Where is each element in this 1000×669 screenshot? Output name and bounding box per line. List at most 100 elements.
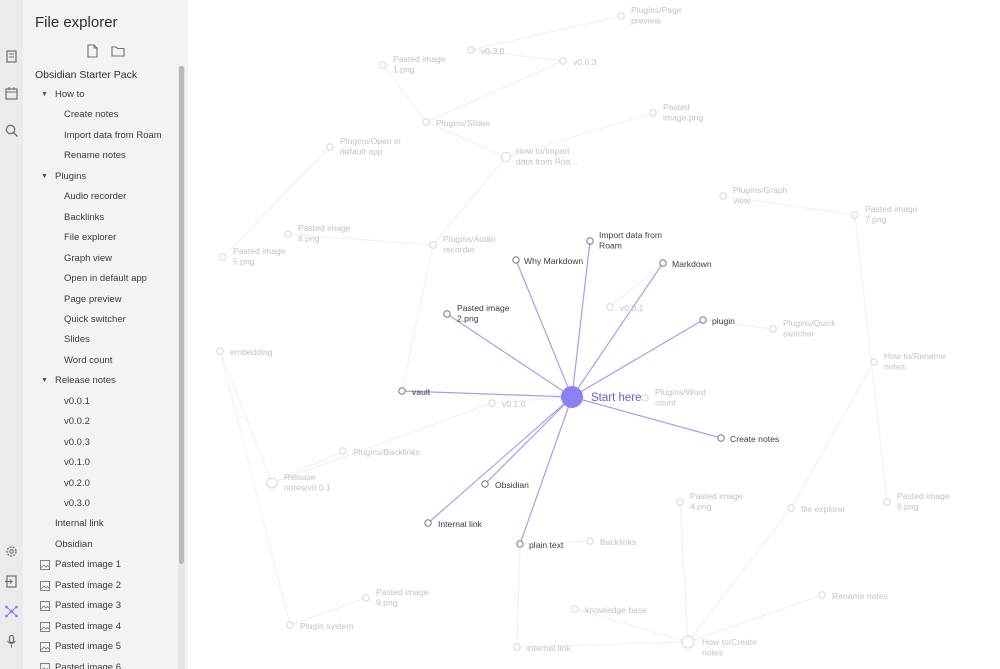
graph-node-label: file explorer — [801, 504, 846, 514]
graph-node[interactable]: Pasted image 4.png — [676, 491, 743, 512]
graph-node[interactable]: v0.0.1 — [606, 303, 644, 313]
graph-link-highlighted — [484, 396, 573, 485]
graph-node-label: Plugins/Quick switcher — [783, 318, 836, 339]
graph-node[interactable]: knowledge base — [571, 605, 648, 615]
graph-node-label: v0.1.0 — [502, 399, 526, 409]
graph-node[interactable]: Pasted image 9.png — [362, 587, 429, 608]
graph-node[interactable]: Create notes — [717, 434, 779, 444]
tree-item-label: Page preview — [64, 293, 122, 305]
graph-node[interactable]: Plugins/Open in default app — [326, 136, 401, 157]
graph-link — [219, 350, 273, 484]
graph-node[interactable]: Markdown — [659, 259, 712, 269]
graph-node[interactable]: Plugins/Quick switcher — [769, 318, 836, 339]
graph-link — [687, 507, 792, 643]
graph-node-label: Plugins/Graph view — [733, 185, 788, 206]
scrollbar-thumb[interactable] — [179, 66, 184, 564]
graph-node-label: Pasted image 9.png — [376, 587, 429, 608]
tree-item-label: Open in default app — [64, 273, 147, 285]
chevron-down-icon[interactable]: ▼ — [41, 86, 48, 104]
graph-node[interactable]: Backlinks — [586, 537, 636, 547]
graph-node[interactable]: Plugins/Graph view — [719, 185, 788, 206]
graph-node[interactable]: plugin — [699, 316, 735, 326]
graph-link — [401, 244, 434, 392]
chevron-down-icon[interactable]: ▼ — [41, 168, 48, 186]
graph-node[interactable]: vault — [398, 387, 431, 397]
graph-icon[interactable] — [4, 604, 19, 619]
graph-link — [432, 156, 507, 246]
tree-item-label: Internal link — [55, 518, 104, 530]
tree-item-label: Slides — [64, 334, 90, 346]
graph-view[interactable]: Start here Why Markdown Import data from Ro… — [188, 0, 1000, 669]
graph-canvas[interactable]: Start here Why Markdown Import data from Ro… — [188, 0, 1000, 669]
explorer-title: File explorer — [35, 14, 118, 31]
tree-item-label: v0.0.3 — [64, 436, 90, 448]
graph-link — [854, 214, 888, 503]
import-icon[interactable] — [4, 574, 19, 589]
graph-node-label: Release notes/v0.0.1 — [284, 472, 331, 493]
graph-node[interactable]: How to/Import data from Roa... — [501, 146, 578, 167]
graph-node-label: v0.3.0 — [481, 46, 505, 56]
calendar-icon[interactable] — [4, 86, 19, 101]
new-folder-icon[interactable] — [111, 44, 125, 58]
image-icon — [40, 560, 50, 571]
graph-node[interactable]: Pasted image 7.png — [851, 204, 918, 225]
graph-node-label: Plugins/Backlinks — [353, 447, 420, 457]
tree-item-label: Plugins — [55, 170, 87, 182]
microphone-icon[interactable] — [4, 634, 19, 649]
graph-node-label: v0.0.1 — [620, 303, 644, 313]
graph-node[interactable]: Plugins/Backlinks — [339, 447, 420, 457]
graph-node[interactable]: Pasted image.png — [649, 102, 704, 123]
image-icon — [40, 621, 50, 632]
graph-node[interactable]: v0.0.3 — [559, 57, 597, 67]
graph-node[interactable]: How to/Rename notes — [870, 351, 946, 372]
graph-link — [687, 594, 823, 643]
graph-node[interactable]: Plugins/Word count — [641, 387, 706, 408]
files-icon[interactable] — [4, 49, 19, 64]
graph-node[interactable]: Release notes/v0.0.1 — [266, 472, 331, 493]
tree-item-label: Rename notes — [64, 150, 126, 162]
graph-node[interactable]: Plugins/Page preview — [617, 5, 682, 26]
tree-item-label: Release notes — [55, 375, 116, 387]
graph-node[interactable]: Internal link — [424, 519, 483, 529]
graph-node[interactable]: v0.1.0 — [488, 399, 526, 409]
graph-link — [470, 15, 622, 51]
graph-node[interactable]: Pasted image 1.png — [379, 54, 446, 75]
image-icon — [40, 662, 50, 669]
graph-link-highlighted — [427, 396, 573, 524]
tree-item-label: v0.3.0 — [64, 498, 90, 509]
graph-node[interactable]: Pasted image 6.png — [883, 491, 950, 512]
graph-link-highlighted — [515, 259, 573, 398]
graph-node-label: v0.0.3 — [573, 57, 597, 67]
graph-node-label: Start here — [591, 392, 642, 404]
vault-name[interactable]: Obsidian Starter Pack — [35, 69, 137, 81]
settings-icon[interactable] — [4, 544, 19, 559]
tree-item-label: Graph view — [64, 252, 113, 264]
graph-node-label: internal link — [527, 643, 571, 653]
chevron-down-icon[interactable]: ▼ — [41, 372, 48, 390]
graph-node-label: Plugins/Open in default app — [340, 136, 401, 157]
graph-node-label: Backlinks — [600, 537, 636, 547]
graph-node[interactable]: Rename notes — [818, 591, 888, 601]
graph-node[interactable]: file explorer — [787, 504, 846, 514]
new-note-icon[interactable] — [85, 44, 99, 58]
image-icon — [40, 601, 50, 612]
graph-node[interactable]: How to/Create notes — [681, 635, 757, 658]
graph-node[interactable]: Obsidian — [481, 480, 529, 490]
graph-node[interactable]: Pasted image 8.png — [284, 223, 351, 244]
graph-node[interactable]: Pasted image 2.png — [443, 303, 510, 324]
graph-node[interactable]: embedding — [216, 347, 273, 357]
graph-node[interactable]: plain text — [516, 540, 564, 550]
graph-node[interactable]: Plugins/Slides — [422, 118, 490, 128]
tree-item-label: v0.0.1 — [64, 395, 90, 407]
graph-node-label: Pasted image 7.png — [865, 204, 918, 225]
search-icon[interactable] — [4, 123, 19, 138]
graph-node[interactable]: Why Markdown — [512, 256, 584, 266]
graph-node[interactable]: Import data from Roam — [586, 230, 662, 251]
graph-node[interactable]: internal link — [513, 643, 571, 653]
graph-node[interactable]: v0.3.0 — [467, 46, 505, 56]
graph-node[interactable]: Pasted image 5.png — [219, 246, 286, 267]
tree-item-label: Quick switcher — [64, 313, 126, 325]
tree-item-label: v0.1.0 — [64, 457, 90, 469]
tree-item-label: Pasted image 4 — [55, 620, 122, 632]
graph-node-label: Rename notes — [832, 591, 888, 601]
